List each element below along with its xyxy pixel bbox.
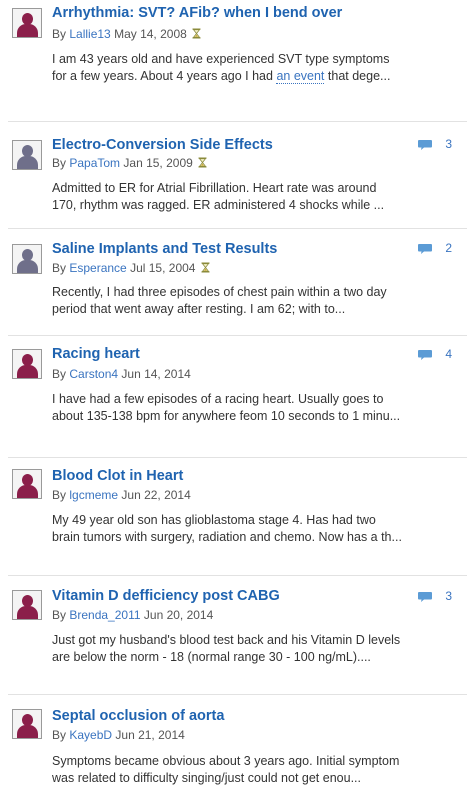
post-title[interactable]: Blood Clot in Heart	[52, 468, 183, 484]
post-title[interactable]: Vitamin D defficiency post CABG	[52, 588, 280, 604]
by-label: By	[52, 488, 67, 502]
by-label: By	[52, 608, 67, 622]
post-title[interactable]: Saline Implants and Test Results	[52, 241, 277, 257]
username-link[interactable]: PapaTom	[69, 156, 120, 170]
comment-count-link[interactable]: 2	[417, 241, 452, 256]
post-excerpt: Recently, I had three episodes of chest …	[52, 285, 387, 316]
post-date: Jan 15, 2009	[123, 156, 193, 170]
post-item: Racing heart By Carston4 Jun 14, 2014 I …	[0, 336, 472, 458]
by-label: By	[52, 728, 67, 742]
comment-count-link[interactable]: 4	[417, 347, 452, 362]
post-item: Electro-Conversion Side Effects By PapaT…	[0, 122, 472, 229]
by-label: By	[52, 261, 67, 275]
post-date: Jul 15, 2004	[130, 261, 196, 275]
post-date: Jun 21, 2014	[115, 728, 185, 742]
username-link[interactable]: Carston4	[69, 367, 118, 381]
post-excerpt: My 49 year old son has glioblastoma stag…	[52, 513, 402, 544]
hourglass-icon	[198, 157, 207, 168]
comment-bubble-icon	[417, 590, 439, 604]
post-item: Vitamin D defficiency post CABG By Brend…	[0, 576, 472, 695]
post-meta: By PapaTom Jan 15, 2009	[52, 156, 207, 170]
comment-count-link[interactable]: 3	[417, 137, 452, 152]
username-link[interactable]: Esperance	[69, 261, 126, 275]
post-meta: By Lallie13 May 14, 2008	[52, 27, 201, 41]
comment-count: 3	[445, 589, 452, 603]
comment-count: 3	[445, 137, 452, 151]
post-date: Jun 22, 2014	[121, 488, 191, 502]
user-avatar[interactable]	[12, 244, 42, 274]
comment-count: 2	[445, 241, 452, 255]
post-excerpt: I am 43 years old and have experienced S…	[52, 52, 391, 84]
user-avatar[interactable]	[12, 469, 42, 499]
by-label: By	[52, 156, 67, 170]
post-title[interactable]: Electro-Conversion Side Effects	[52, 137, 273, 153]
post-date: Jun 20, 2014	[143, 608, 214, 622]
post-item: Septal occlusion of aorta By KayebD Jun …	[0, 695, 472, 802]
post-meta: By Carston4 Jun 14, 2014	[52, 367, 191, 381]
post-list: Arrhythmia: SVT? AFib? when I bend over …	[0, 0, 472, 802]
post-meta: By Brenda_2011 Jun 20, 2014	[52, 608, 213, 622]
post-item: Saline Implants and Test Results By Espe…	[0, 229, 472, 336]
post-meta: By Esperance Jul 15, 2004	[52, 261, 210, 275]
hourglass-icon	[192, 28, 201, 39]
post-excerpt: I have had a few episodes of a racing he…	[52, 392, 401, 423]
post-meta: By lgcmeme Jun 22, 2014	[52, 488, 191, 502]
post-meta: By KayebD Jun 21, 2014	[52, 728, 185, 742]
comment-bubble-icon	[417, 242, 439, 256]
user-avatar[interactable]	[12, 349, 42, 379]
user-avatar[interactable]	[12, 709, 42, 739]
hourglass-icon	[201, 262, 210, 273]
post-item: Arrhythmia: SVT? AFib? when I bend over …	[0, 0, 472, 122]
comment-bubble-icon	[417, 348, 439, 362]
post-title[interactable]: Arrhythmia: SVT? AFib? when I bend over	[52, 5, 342, 21]
user-avatar[interactable]	[12, 140, 42, 170]
inline-link[interactable]: an event	[276, 69, 325, 84]
by-label: By	[52, 27, 67, 41]
comment-count: 4	[445, 347, 452, 361]
username-link[interactable]: KayebD	[69, 728, 112, 742]
post-item: Blood Clot in Heart By lgcmeme Jun 22, 2…	[0, 458, 472, 576]
post-title[interactable]: Racing heart	[52, 346, 140, 362]
user-avatar[interactable]	[12, 590, 42, 620]
post-excerpt: Admitted to ER for Atrial Fibrillation. …	[52, 181, 385, 212]
username-link[interactable]: Lallie13	[69, 27, 110, 41]
post-title[interactable]: Septal occlusion of aorta	[52, 708, 224, 724]
post-excerpt: Just got my husband's blood test back an…	[52, 633, 401, 664]
comment-bubble-icon	[417, 138, 439, 152]
post-date: Jun 14, 2014	[121, 367, 191, 381]
username-link[interactable]: lgcmeme	[69, 488, 118, 502]
post-date: May 14, 2008	[114, 27, 187, 41]
user-avatar[interactable]	[12, 8, 42, 38]
comment-count-link[interactable]: 3	[417, 589, 452, 604]
username-link[interactable]: Brenda_2011	[69, 608, 140, 622]
by-label: By	[52, 367, 67, 381]
post-excerpt: Symptoms became obvious about 3 years ag…	[52, 754, 400, 785]
